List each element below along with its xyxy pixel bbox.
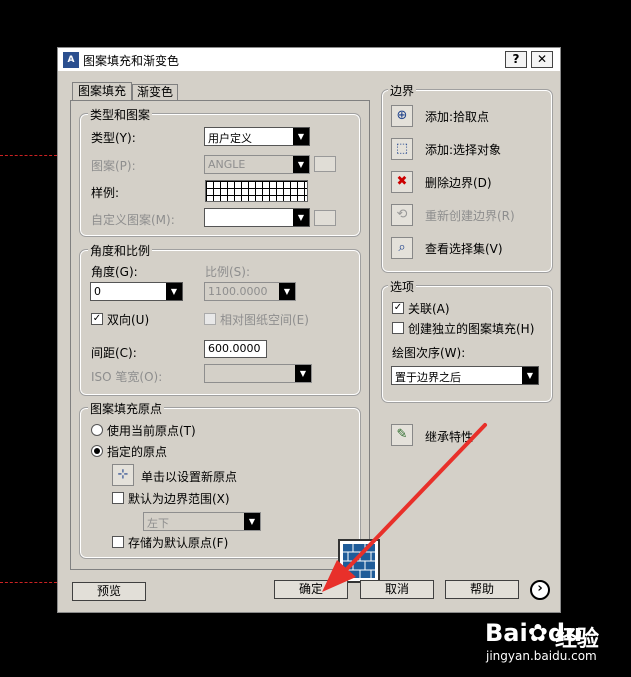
paw-icon: ✿: [527, 619, 548, 647]
annotation-arrow: [322, 423, 487, 592]
watermark-url: jingyan.baidu.com: [486, 649, 597, 663]
watermark-brand-left: Bai: [485, 619, 528, 647]
